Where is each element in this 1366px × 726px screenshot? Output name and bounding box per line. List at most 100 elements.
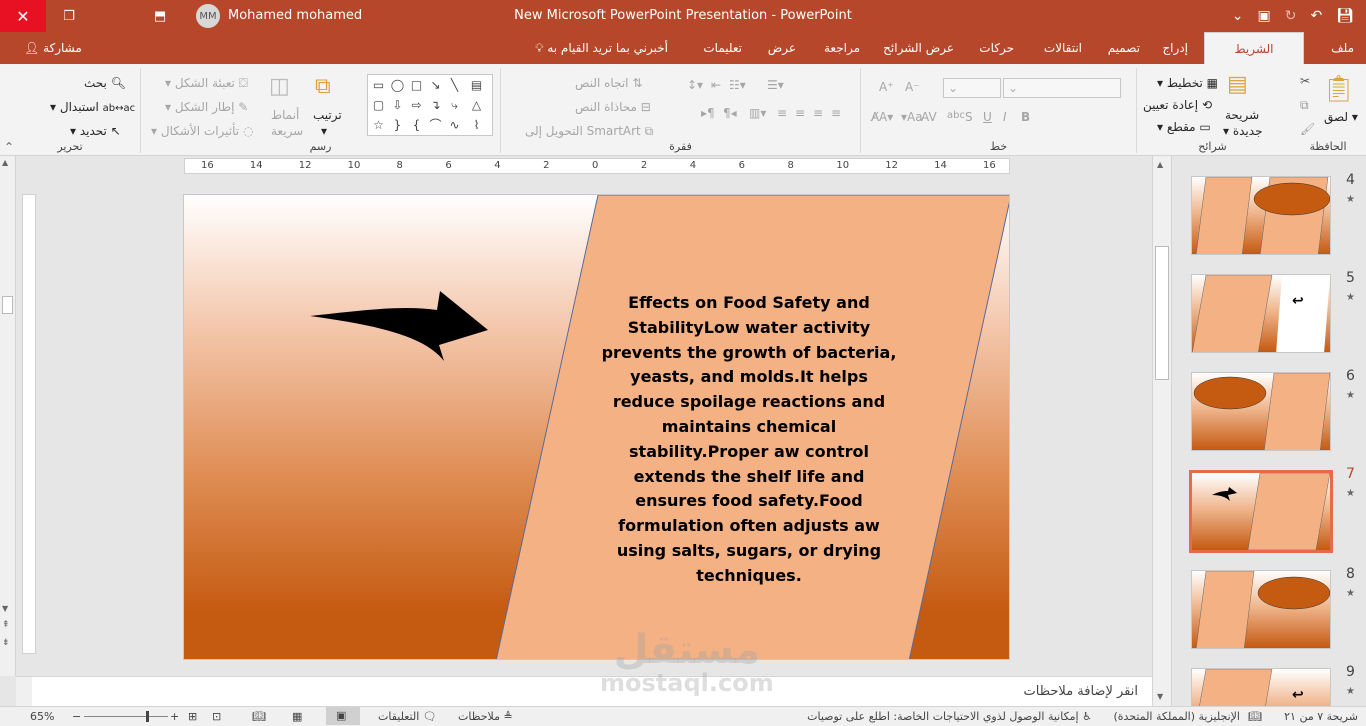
undo-icon[interactable]: ↶ bbox=[1310, 8, 1322, 24]
copy-icon[interactable]: ⧉ bbox=[1300, 98, 1309, 113]
rtl-icon[interactable]: ¶◂ bbox=[723, 106, 737, 120]
left-scroll-thumb[interactable] bbox=[2, 296, 13, 314]
shape-outline-button[interactable]: ▾ إطار الشكل ✎ bbox=[165, 100, 248, 114]
left-scrollbar[interactable]: ▲ ▼ ⇞ ⇟ bbox=[0, 156, 16, 676]
arrange-dropdown[interactable]: ▾ bbox=[321, 124, 327, 138]
tab-review[interactable]: مراجعة bbox=[816, 32, 868, 64]
new-slide-icon[interactable]: ▤ bbox=[1227, 72, 1248, 97]
brace-left-shape-icon[interactable]: { bbox=[408, 117, 425, 134]
elbow-arrow-shape-icon[interactable]: ⤷ bbox=[446, 97, 463, 114]
line-spacing-icon[interactable]: ↕▾ bbox=[687, 78, 703, 92]
section-button[interactable]: ▾ مقطع ▭ bbox=[1157, 120, 1211, 134]
zoom-out-button[interactable]: − bbox=[72, 710, 81, 723]
italic-icon[interactable]: I bbox=[1003, 110, 1007, 124]
main-scrollbar[interactable]: ▲ ▼ bbox=[1152, 156, 1172, 706]
redo-icon[interactable]: ↻ bbox=[1285, 8, 1297, 24]
tab-insert[interactable]: إدراج bbox=[1154, 32, 1196, 64]
shadow-icon[interactable]: S bbox=[965, 110, 973, 124]
bullets-icon[interactable]: ☰▾ bbox=[767, 78, 784, 92]
slide-thumbnail-5[interactable]: ↩ bbox=[1191, 274, 1331, 353]
triangle-shape-icon[interactable]: △ bbox=[468, 97, 485, 114]
new-slide-dropdown[interactable]: ▾ جديدة bbox=[1223, 124, 1263, 138]
convert-smartart-button[interactable]: التحويل إلى SmartArt ⧉ bbox=[525, 124, 653, 139]
strikethrough-icon[interactable]: abc bbox=[947, 110, 965, 121]
accessibility-indicator[interactable]: إمكانية الوصول لذوي الاحتياجات الخاصة: ا… bbox=[807, 710, 1092, 723]
current-slide[interactable]: Effects on Food Safety and StabilityLow … bbox=[183, 194, 1010, 660]
next-slide-icon[interactable]: ⇟ bbox=[2, 638, 10, 648]
replace-button[interactable]: ▾ استبدال ab↔ac bbox=[50, 100, 135, 114]
quick-styles-button[interactable]: أنماط bbox=[271, 108, 299, 122]
slide-thumbnail-7[interactable] bbox=[1189, 470, 1333, 553]
tab-view[interactable]: عرض bbox=[760, 32, 804, 64]
oval-shape-icon[interactable]: ◯ bbox=[389, 77, 406, 94]
tab-design[interactable]: تصميم bbox=[1100, 32, 1148, 64]
text-direction-button[interactable]: اتجاه النص ⇅ bbox=[575, 76, 642, 90]
line-shape-icon[interactable]: ╲ bbox=[446, 77, 463, 94]
language-indicator[interactable]: الإنجليزية (المملكة المتحدة) bbox=[1113, 710, 1240, 723]
previous-slide-icon[interactable]: ⇞ bbox=[2, 620, 10, 630]
shape-effects-button[interactable]: ▾ تأثيرات الأشكال ◌ bbox=[151, 124, 253, 138]
paste-button[interactable]: لصق ▾ bbox=[1324, 110, 1358, 124]
elbow-connector-shape-icon[interactable]: ↴ bbox=[427, 97, 444, 114]
tab-help[interactable]: تعليمات bbox=[695, 32, 750, 64]
curve-shape-icon[interactable]: ∿ bbox=[446, 117, 463, 134]
brace-shape-icon[interactable]: } bbox=[389, 117, 406, 134]
slide-text-box[interactable]: Effects on Food Safety and StabilityLow … bbox=[599, 291, 899, 589]
freeform-shape-icon[interactable]: ⌇ bbox=[468, 117, 485, 134]
align-left-icon[interactable]: ≡ bbox=[795, 106, 805, 120]
select-button[interactable]: ▾ تحديد ↖ bbox=[70, 124, 121, 138]
clear-format-icon[interactable]: A̸ bbox=[871, 110, 879, 124]
fit-slide-button[interactable]: ⊞ bbox=[188, 710, 197, 723]
scroll-down-icon[interactable]: ▼ bbox=[2, 604, 8, 613]
slideshow-button[interactable]: ⊡ bbox=[212, 710, 221, 723]
save-icon[interactable]: 💾︎ bbox=[1336, 8, 1354, 24]
spellcheck-icon[interactable]: 📖︎ bbox=[1248, 710, 1262, 723]
normal-view-button[interactable]: ▣ bbox=[326, 707, 360, 725]
find-button[interactable]: بحث 🔍︎ bbox=[84, 76, 126, 90]
numbering-icon[interactable]: ☷▾ bbox=[729, 78, 746, 92]
cut-icon[interactable]: ✂ bbox=[1300, 74, 1310, 88]
arrange-button[interactable]: ترتيب bbox=[313, 108, 342, 122]
scroll-up-icon[interactable]: ▲ bbox=[2, 158, 8, 167]
reading-view-button[interactable]: 📖︎ bbox=[252, 710, 266, 723]
horizontal-ruler[interactable]: 16 14 12 10 8 6 4 2 0 2 4 6 8 10 12 14 16 bbox=[184, 158, 1010, 174]
start-from-beginning-icon[interactable]: ▣ bbox=[1258, 8, 1271, 24]
format-painter-icon[interactable]: 🖌︎ bbox=[1300, 122, 1315, 136]
tab-file[interactable]: ملف bbox=[1323, 32, 1362, 64]
slide-thumbnail-6[interactable] bbox=[1191, 372, 1331, 451]
bold-icon[interactable]: B bbox=[1021, 110, 1030, 124]
quick-styles-icon[interactable]: ◫ bbox=[269, 74, 290, 99]
quick-styles-dropdown[interactable]: سريعة bbox=[271, 124, 303, 138]
decrease-indent-icon[interactable]: ⇤ bbox=[711, 78, 721, 92]
slide-counter[interactable]: شريحة ٧ من ٢١ bbox=[1284, 710, 1358, 723]
zoom-slider-thumb[interactable] bbox=[146, 711, 149, 722]
slide-sorter-button[interactable]: ▦ bbox=[292, 710, 302, 723]
zoom-in-button[interactable]: + bbox=[170, 710, 179, 723]
curved-arrow-shape[interactable] bbox=[310, 291, 488, 361]
layout-button[interactable]: ▾ تخطيط ▦ bbox=[1157, 76, 1218, 90]
comments-button[interactable]: التعليقات 🗨︎ bbox=[378, 710, 437, 723]
change-case-dropdown[interactable]: ▾Aa bbox=[901, 110, 923, 124]
tab-animations[interactable]: حركات bbox=[971, 32, 1022, 64]
arrow-line-shape-icon[interactable]: ↘ bbox=[427, 77, 444, 94]
arrange-icon[interactable]: ⧉ bbox=[315, 74, 331, 99]
collapse-ribbon-icon[interactable]: ⌃ bbox=[4, 140, 14, 154]
ltr-icon[interactable]: ▸¶ bbox=[701, 106, 715, 120]
decrease-font-icon[interactable]: A⁻ bbox=[905, 80, 920, 94]
shapes-gallery[interactable]: ▭ ◯ □ ↘ ╲ ▤ ▢ ⇩ ⇨ ↴ ⤷ △ ☆ } { ⌒ ∿ ⌇ bbox=[367, 74, 493, 136]
paste-icon[interactable]: 📋︎ bbox=[1322, 74, 1355, 104]
slide-thumbnail-4[interactable] bbox=[1191, 176, 1331, 255]
scroll-up-icon[interactable]: ▲ bbox=[1157, 160, 1163, 169]
font-size-input[interactable]: ⌄ bbox=[943, 78, 1001, 98]
columns-icon[interactable]: ▥▾ bbox=[749, 106, 766, 120]
tell-me-search[interactable]: 💡︎ أخبرني بما تريد القيام به bbox=[527, 32, 676, 64]
down-arrow-shape-icon[interactable]: ⇩ bbox=[389, 97, 406, 114]
font-color-icon[interactable]: A▾ bbox=[879, 110, 893, 124]
rectangle2-shape-icon[interactable]: □ bbox=[408, 77, 425, 94]
zoom-level[interactable]: 65% bbox=[30, 710, 54, 723]
vertical-ruler[interactable] bbox=[22, 194, 36, 654]
underline-icon[interactable]: U bbox=[983, 110, 992, 124]
customize-qat-icon[interactable]: ⌄ bbox=[1232, 8, 1244, 24]
rounded-rect-shape-icon[interactable]: ▢ bbox=[370, 97, 387, 114]
share-button[interactable]: 👤︎ مشاركة bbox=[16, 32, 90, 64]
